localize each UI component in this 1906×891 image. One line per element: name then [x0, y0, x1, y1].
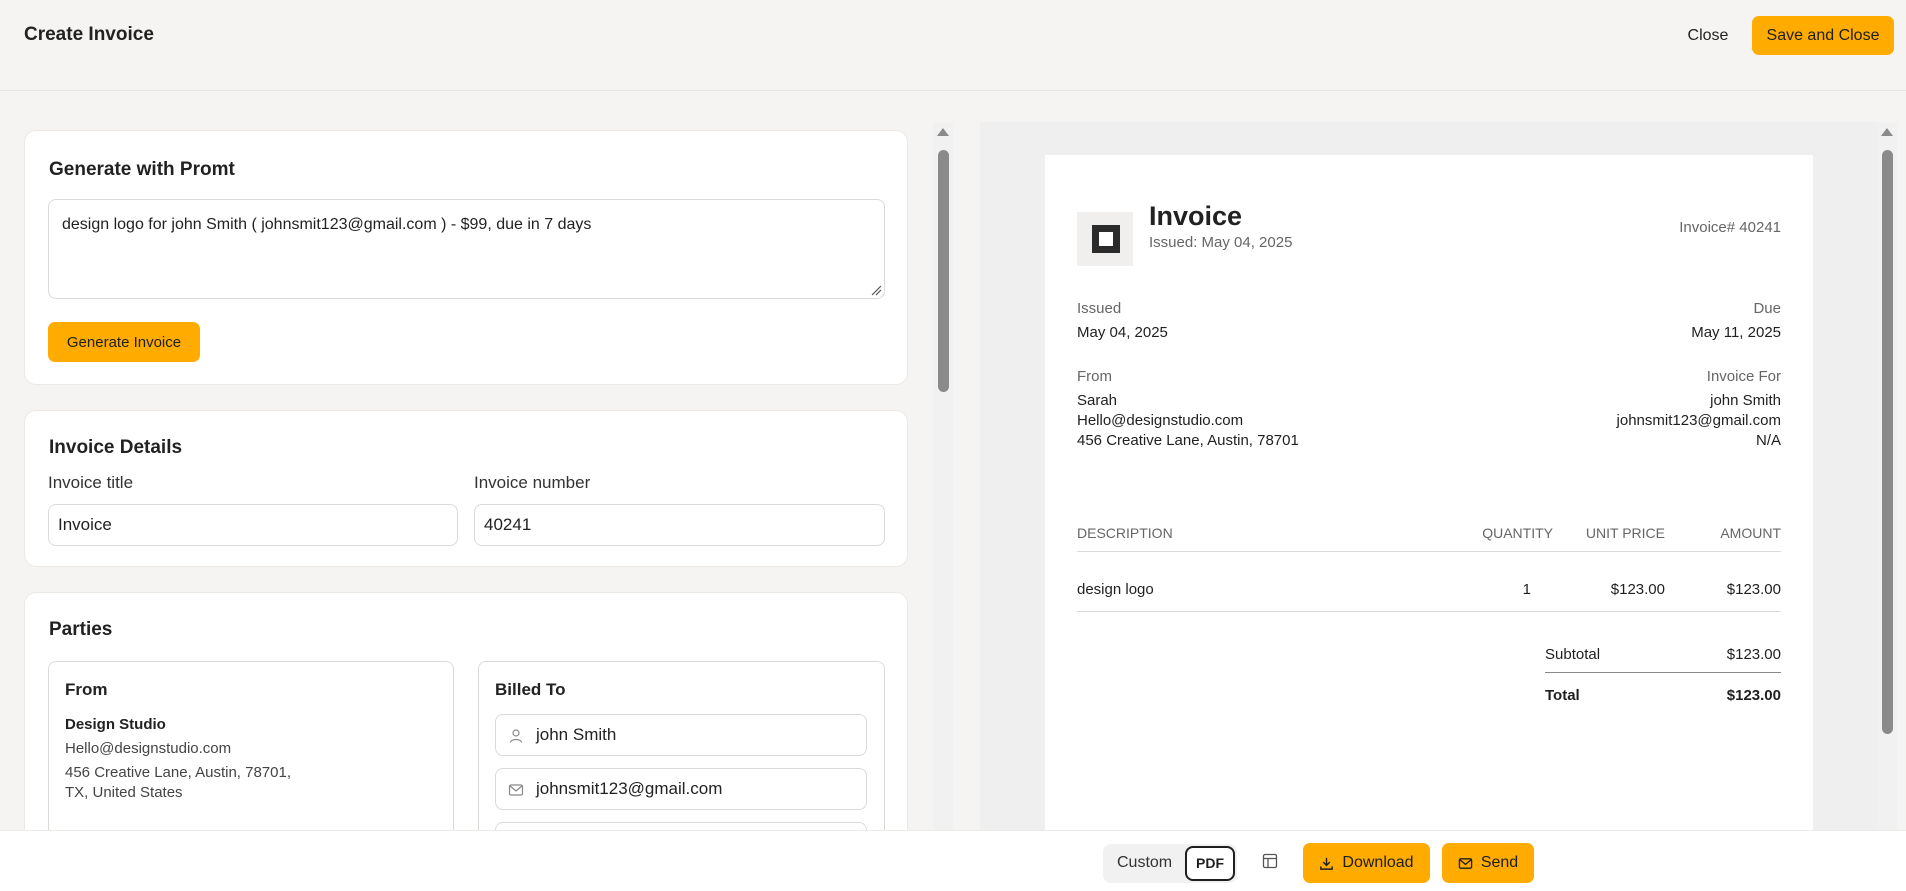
resize-handle-icon[interactable] [870, 284, 882, 296]
preview-invoice-number: Invoice# 40241 [1679, 219, 1781, 236]
invoice-title-label: Invoice title [48, 473, 134, 492]
table-header-description: DESCRIPTION [1077, 525, 1173, 541]
preview-for-name: john Smith [1710, 392, 1781, 409]
save-and-close-button[interactable]: Save and Close [1752, 16, 1894, 55]
from-address-line2: TX, United States [65, 784, 183, 801]
generate-invoice-button[interactable]: Generate Invoice [48, 322, 200, 362]
preview-issued-label: Issued [1077, 300, 1122, 317]
prompt-card: Generate with Promt design logo for john… [24, 130, 908, 385]
preview-scroll-up-arrow-icon[interactable] [1881, 128, 1893, 136]
preview-for-address: N/A [1755, 432, 1781, 449]
billed-email-value: johnsmit123@gmail.com [536, 779, 723, 798]
download-label: Download [1342, 854, 1414, 871]
table-row-unit-price: $123.00 [1610, 581, 1665, 598]
mail-icon [508, 784, 524, 796]
from-address-line1: 456 Creative Lane, Austin, 78701, [65, 764, 291, 781]
table-row-amount: $123.00 [1726, 581, 1781, 598]
billed-email-input[interactable]: johnsmit123@gmail.com [495, 768, 867, 810]
preview-issued-sub: Issued: May 04, 2025 [1149, 234, 1293, 251]
page-title: Create Invoice [24, 24, 154, 45]
preview-for-label: Invoice For [1706, 368, 1781, 385]
invoice-details-heading: Invoice Details [49, 437, 183, 458]
invoice-number-label: Invoice number [474, 473, 591, 492]
table-header-amount: AMOUNT [1720, 525, 1781, 541]
form-panel: Generate with Promt design logo for john… [0, 92, 930, 830]
layout-icon[interactable] [1262, 853, 1278, 869]
table-row-description: design logo [1077, 581, 1154, 598]
subtotal-label: Subtotal [1545, 646, 1601, 663]
pdf-option[interactable]: PDF [1185, 846, 1235, 881]
format-toggle[interactable]: Custom PDF [1103, 844, 1237, 883]
total-value: $123.00 [1726, 687, 1781, 704]
preview-for-email: johnsmit123@gmail.com [1616, 412, 1781, 429]
mail-icon [1458, 857, 1473, 869]
preview-scrollbar[interactable] [1877, 122, 1897, 830]
billed-name-value: john Smith [536, 725, 617, 744]
total-label: Total [1545, 687, 1580, 704]
header-bar: Create Invoice Close Save and Close [0, 0, 1906, 91]
send-button[interactable]: Send [1442, 843, 1534, 883]
preview-issued-value: May 04, 2025 [1077, 324, 1168, 341]
prompt-text: design logo for john Smith ( johnsmit123… [62, 216, 592, 233]
download-icon [1320, 857, 1334, 870]
preview-from-address: 456 Creative Lane, Austin, 78701 [1077, 432, 1299, 449]
user-icon [509, 729, 523, 743]
table-row-divider [1077, 611, 1781, 612]
invoice-details-card: Invoice Details Invoice title Invoice In… [24, 410, 908, 567]
custom-option[interactable]: Custom [1117, 854, 1172, 872]
company-logo [1077, 212, 1133, 266]
billed-name-input[interactable]: john Smith [495, 714, 867, 756]
billed-address-input[interactable] [495, 822, 867, 830]
prompt-card-heading: Generate with Promt [49, 159, 235, 180]
table-header-quantity: QUANTITY [1482, 525, 1553, 541]
from-company: Design Studio [65, 716, 166, 733]
send-label: Send [1480, 854, 1519, 871]
from-email: Hello@designstudio.com [65, 740, 232, 757]
download-button[interactable]: Download [1303, 843, 1430, 883]
form-scrollbar[interactable] [933, 122, 953, 830]
subtotal-value: $123.00 [1726, 646, 1781, 663]
preview-from-name: Sarah [1077, 392, 1118, 409]
table-header-unit-price: UNIT PRICE [1585, 525, 1665, 541]
preview-scrollbar-thumb[interactable] [1882, 150, 1893, 734]
billed-to-card: Billed To john Smith johnsmit123@gmail.c… [478, 661, 885, 830]
preview-from-email: Hello@designstudio.com [1077, 412, 1244, 429]
invoice-number-input[interactable]: 40241 [474, 504, 885, 546]
bottom-toolbar: Custom PDF Download Send [0, 830, 1906, 891]
preview-due-label: Due [1753, 300, 1781, 317]
parties-heading: Parties [49, 619, 113, 640]
from-heading: From [65, 680, 108, 699]
scroll-up-arrow-icon[interactable] [937, 128, 949, 136]
from-card: From Design Studio Hello@designstudio.co… [48, 661, 454, 830]
preview-due-value: May 11, 2025 [1691, 324, 1781, 341]
billed-to-heading: Billed To [495, 680, 566, 699]
subtotal-divider [1545, 672, 1781, 673]
table-header-divider [1077, 551, 1781, 552]
invoice-preview: Invoice Issued: May 04, 2025 Invoice# 40… [1045, 155, 1813, 835]
table-row-quantity: 1 [1522, 581, 1531, 598]
close-button[interactable]: Close [1668, 20, 1748, 52]
form-scrollbar-thumb[interactable] [938, 150, 949, 392]
preview-from-label: From [1077, 368, 1112, 385]
invoice-title-input[interactable]: Invoice [48, 504, 458, 546]
parties-card: Parties From Design Studio Hello@designs… [24, 592, 908, 830]
prompt-textarea[interactable]: design logo for john Smith ( johnsmit123… [48, 199, 885, 299]
preview-title: Invoice [1149, 201, 1243, 231]
